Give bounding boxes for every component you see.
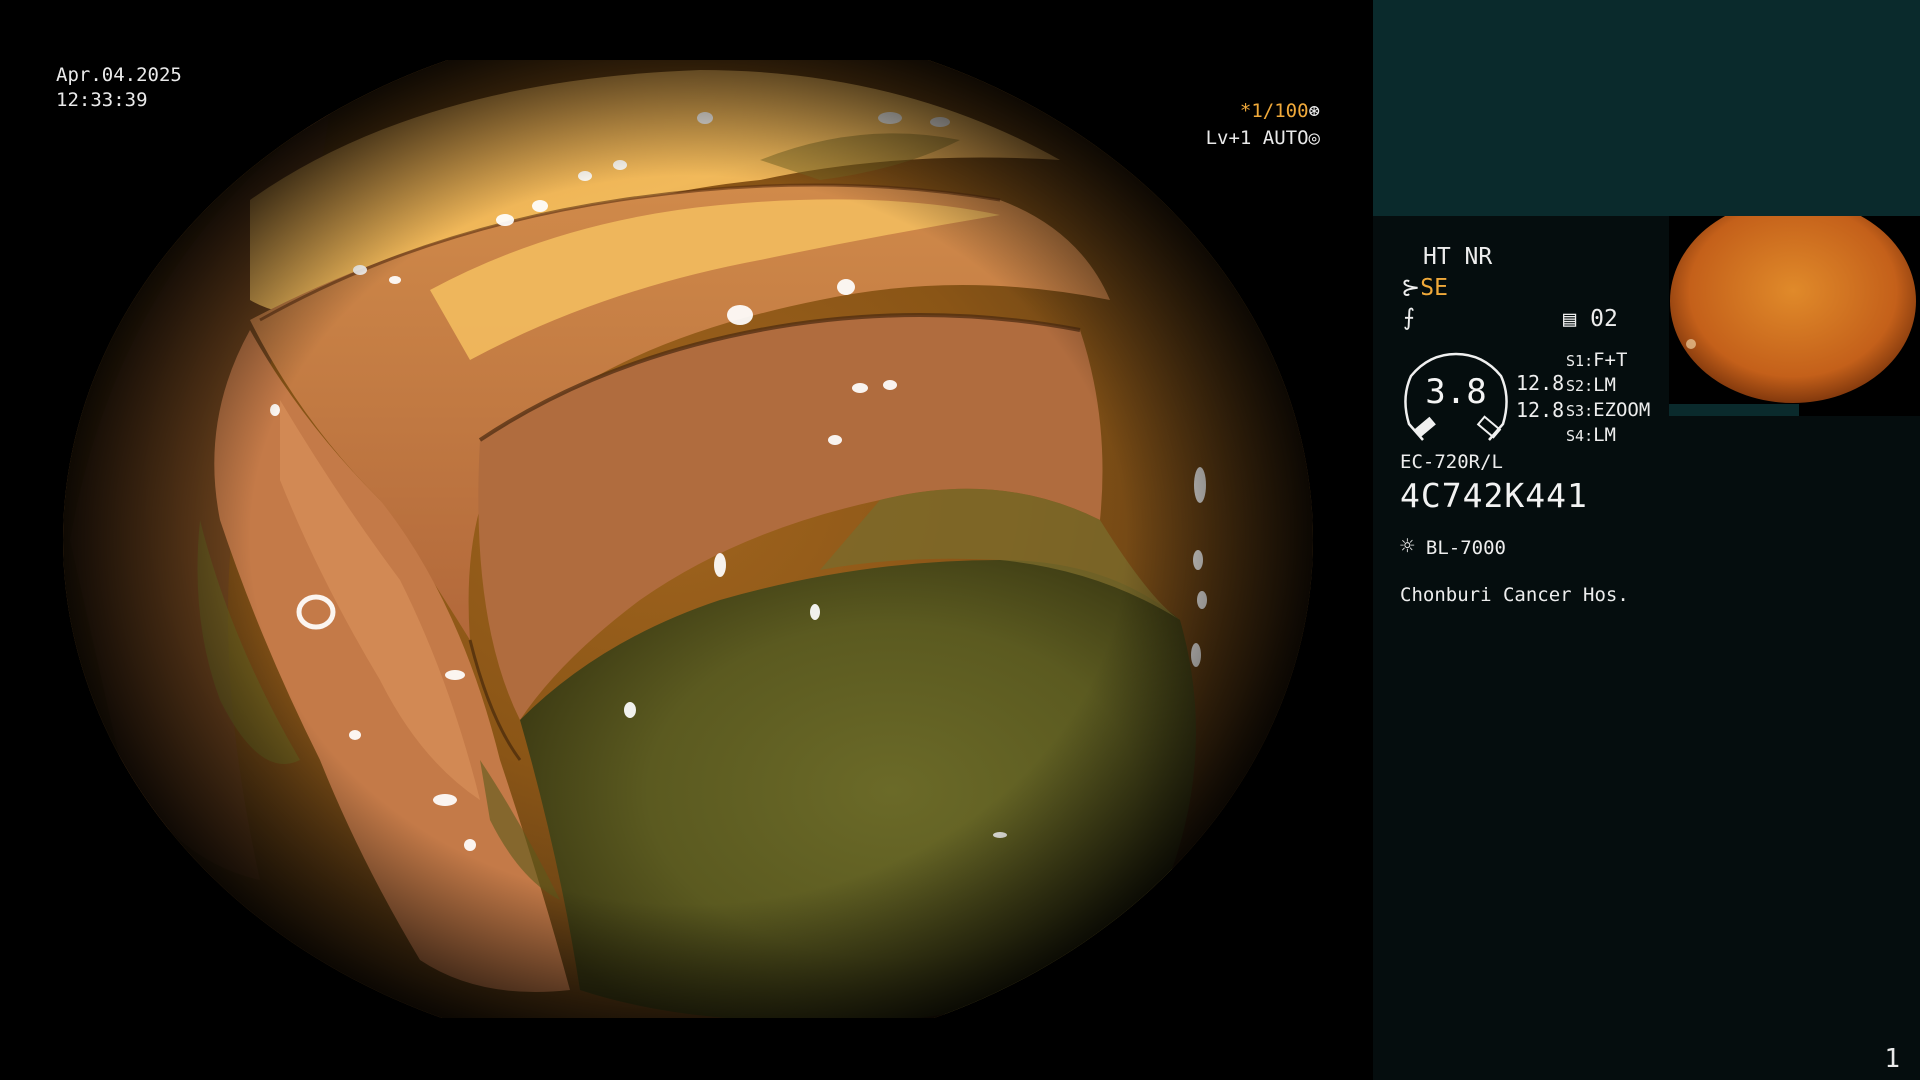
- memory-indicator: ▤ 02: [1563, 305, 1618, 334]
- shutter-speed: *1/100: [1239, 100, 1309, 122]
- ht-nr-label: HT NR: [1423, 244, 1493, 270]
- switch-sep: :: [1584, 427, 1594, 445]
- thumbnail-image: [1669, 216, 1920, 416]
- structure-enhance-icon: ⊱: [1401, 275, 1421, 301]
- captured-image-thumbnail[interactable]: [1669, 216, 1920, 416]
- se-label: SE: [1420, 275, 1448, 301]
- switch-value: F+T: [1593, 349, 1628, 371]
- auto-iris-icon: ◎: [1308, 127, 1320, 149]
- switch-sep: :: [1584, 402, 1594, 420]
- zoom-value: 3.8: [1425, 372, 1487, 412]
- switch-s1: S1:F+T: [1566, 348, 1627, 373]
- switch-key: S4: [1566, 427, 1585, 445]
- color-filter-icon: ⨍: [1403, 305, 1415, 331]
- switch-s3: S3:EZOOM: [1566, 398, 1650, 423]
- switch-s2: S2:LM: [1566, 373, 1616, 398]
- exam-time: 12:33:39: [56, 89, 148, 111]
- page-number: 1: [1884, 1044, 1900, 1074]
- light-source-model: BL-7000: [1425, 537, 1506, 559]
- shutter-readout: *1/100⊛: [1240, 99, 1320, 124]
- memory-card-icon: ▤: [1563, 307, 1577, 332]
- gain-value-2: 12.8: [1516, 398, 1565, 422]
- switch-key: S2: [1566, 377, 1585, 395]
- light-level-mode: Lv+1 AUTO: [1205, 127, 1309, 149]
- scope-serial: 4C742K441: [1400, 476, 1588, 515]
- zoom-gauge: 3.8: [1401, 352, 1511, 444]
- endoscopy-main-view: Apr.04.2025 12:33:39 *1/100⊛ Lv+1 AUTO◎: [0, 0, 1372, 1080]
- switch-sep: :: [1584, 352, 1594, 370]
- endoscopic-image: [63, 60, 1313, 1018]
- info-panel: HT NR ⊱SE ⨍ ▤ 02 3.8 12.8 12.8 S1:F+T S2…: [1373, 0, 1920, 1080]
- preview-area: [1373, 0, 1920, 216]
- switch-key: S3: [1566, 402, 1585, 420]
- level-mode-readout: Lv+1 AUTO◎: [1206, 126, 1320, 151]
- switch-value: LM: [1593, 374, 1616, 396]
- switch-value: EZOOM: [1593, 399, 1651, 421]
- se-indicator: ⊱SE: [1401, 274, 1448, 302]
- light-source-icon: ☼: [1400, 532, 1415, 560]
- exam-date: Apr.04.2025: [56, 64, 182, 86]
- switch-value: LM: [1593, 424, 1616, 446]
- gain-value-1: 12.8: [1516, 371, 1565, 395]
- memory-value: 02: [1590, 306, 1618, 332]
- switch-key: S1: [1566, 352, 1585, 370]
- light-source-row: ☼ BL-7000: [1400, 534, 1506, 560]
- scope-model: EC-720R/L: [1400, 451, 1503, 473]
- switch-sep: :: [1584, 377, 1594, 395]
- aperture-icon: ⊛: [1308, 100, 1320, 122]
- hospital-name: Chonburi Cancer Hos.: [1400, 584, 1629, 606]
- switch-s4: S4:LM: [1566, 423, 1616, 448]
